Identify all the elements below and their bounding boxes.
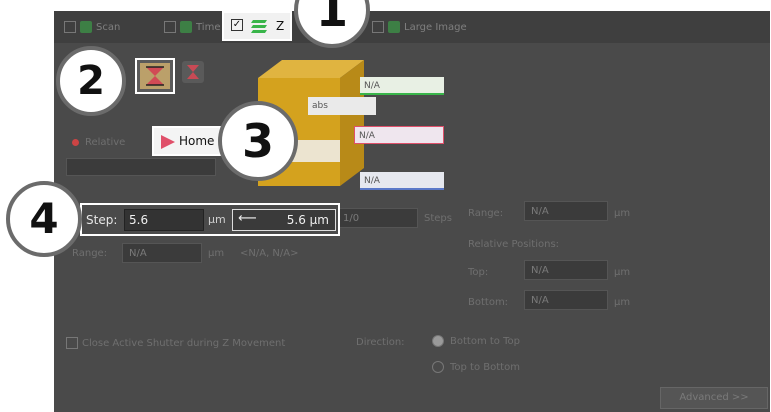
cube-mid-value: N/A bbox=[359, 131, 375, 141]
radio-top-to-bottom-indicator[interactable] bbox=[432, 361, 444, 373]
relative-positions-label: Relative Positions: bbox=[468, 239, 560, 250]
tab-bar: Scan Time Large Image bbox=[54, 11, 770, 43]
play-arrow-icon bbox=[161, 135, 175, 149]
bottom-field[interactable]: N/A bbox=[524, 290, 608, 310]
range-label: Range: bbox=[72, 248, 108, 259]
range-value: N/A bbox=[129, 248, 147, 259]
direction-label: Direction: bbox=[356, 337, 405, 348]
radio-bottom-to-top-label: Bottom to Top bbox=[450, 336, 520, 347]
range-unit: µm bbox=[208, 248, 225, 259]
z-mode-button-2[interactable] bbox=[182, 61, 204, 83]
tab-time[interactable]: Time bbox=[164, 17, 220, 39]
cube-abs-label: abs bbox=[312, 101, 328, 111]
steps-label: Steps bbox=[424, 213, 452, 224]
z-tab-label: Z bbox=[276, 19, 285, 33]
callout-3: 3 bbox=[218, 101, 298, 181]
tab-large-image[interactable]: Large Image bbox=[372, 17, 467, 39]
shutter-checkbox[interactable] bbox=[66, 337, 78, 349]
cube-bottom-tag: abs bbox=[308, 97, 376, 115]
hourglass-selected-icon bbox=[140, 63, 170, 89]
advanced-button[interactable]: Advanced >> bbox=[660, 387, 768, 409]
positions-range-field[interactable]: N/A bbox=[524, 201, 608, 221]
z-checkbox[interactable]: ✓ bbox=[231, 19, 243, 31]
relative-label: Relative bbox=[85, 137, 126, 148]
tab-time-label: Time bbox=[196, 22, 221, 33]
radio-top-to-bottom-label: Top to Bottom bbox=[450, 362, 520, 373]
radio-top-to-bottom[interactable]: Top to Bottom bbox=[432, 361, 520, 373]
tab-scan-checkbox[interactable] bbox=[64, 21, 76, 33]
position-slider[interactable] bbox=[66, 158, 216, 176]
bottom-unit: µm bbox=[614, 297, 631, 308]
tab-time-checkbox[interactable] bbox=[164, 21, 176, 33]
step-input[interactable]: 5.6 bbox=[124, 209, 204, 231]
step-apply-button[interactable]: ⟵ 5.6 µm bbox=[232, 209, 336, 231]
step-unit: µm bbox=[208, 213, 226, 226]
step-arrow-value: 5.6 µm bbox=[286, 213, 329, 227]
positions-range-label: Range: bbox=[468, 208, 504, 219]
positions-range-unit: µm bbox=[614, 208, 631, 219]
bottom-label: Bottom: bbox=[468, 297, 509, 308]
callout-4: 4 bbox=[6, 181, 82, 257]
z-tab-highlight[interactable]: ✓ Z bbox=[222, 11, 292, 41]
positions-range-value: N/A bbox=[531, 206, 549, 217]
arrow-left-icon: ⟵ bbox=[238, 211, 257, 226]
top-label: Top: bbox=[468, 267, 489, 278]
relative-row[interactable]: Relative bbox=[72, 137, 125, 148]
step-value: 5.6 bbox=[129, 213, 149, 227]
shutter-label: Close Active Shutter during Z Movement bbox=[82, 338, 286, 349]
cube-top-value: N/A bbox=[364, 81, 380, 91]
tab-scan-label: Scan bbox=[96, 22, 121, 33]
bottom-value: N/A bbox=[531, 295, 549, 306]
range-field[interactable]: N/A bbox=[122, 243, 202, 263]
range-pair: <N/A, N/A> bbox=[240, 248, 299, 259]
tab-scan[interactable]: Scan bbox=[64, 17, 120, 39]
z-mode-button-highlight[interactable] bbox=[135, 58, 175, 94]
hourglass-icon bbox=[187, 65, 199, 79]
cube-bottom-field[interactable]: N/A bbox=[360, 172, 444, 190]
tab-large-image-label: Large Image bbox=[404, 22, 467, 33]
callout-2: 2 bbox=[56, 46, 126, 116]
home-label: Home bbox=[179, 134, 215, 148]
home-button[interactable]: Home bbox=[152, 126, 222, 156]
top-unit: µm bbox=[614, 267, 631, 278]
steps-field[interactable]: 1/0 bbox=[336, 208, 418, 228]
relative-dot-icon bbox=[72, 138, 79, 146]
cube-bottom-value: N/A bbox=[364, 176, 380, 186]
cube-mid-field[interactable]: N/A bbox=[354, 126, 444, 144]
step-row-highlight: Step: 5.6 µm ⟵ 5.6 µm bbox=[80, 203, 340, 236]
large-image-icon bbox=[388, 21, 400, 33]
step-label: Step: bbox=[86, 213, 118, 227]
cube-top-field[interactable]: N/A bbox=[360, 77, 444, 95]
scan-icon bbox=[80, 21, 92, 33]
time-icon bbox=[180, 21, 192, 33]
radio-bottom-to-top[interactable]: Bottom to Top bbox=[432, 335, 520, 347]
top-value: N/A bbox=[531, 265, 549, 276]
shutter-option[interactable]: Close Active Shutter during Z Movement bbox=[66, 337, 285, 349]
z-stack-icon bbox=[251, 20, 267, 33]
steps-value: 1/0 bbox=[343, 213, 360, 224]
tab-large-image-checkbox[interactable] bbox=[372, 21, 384, 33]
top-field[interactable]: N/A bbox=[524, 260, 608, 280]
radio-bottom-to-top-indicator[interactable] bbox=[432, 335, 444, 347]
